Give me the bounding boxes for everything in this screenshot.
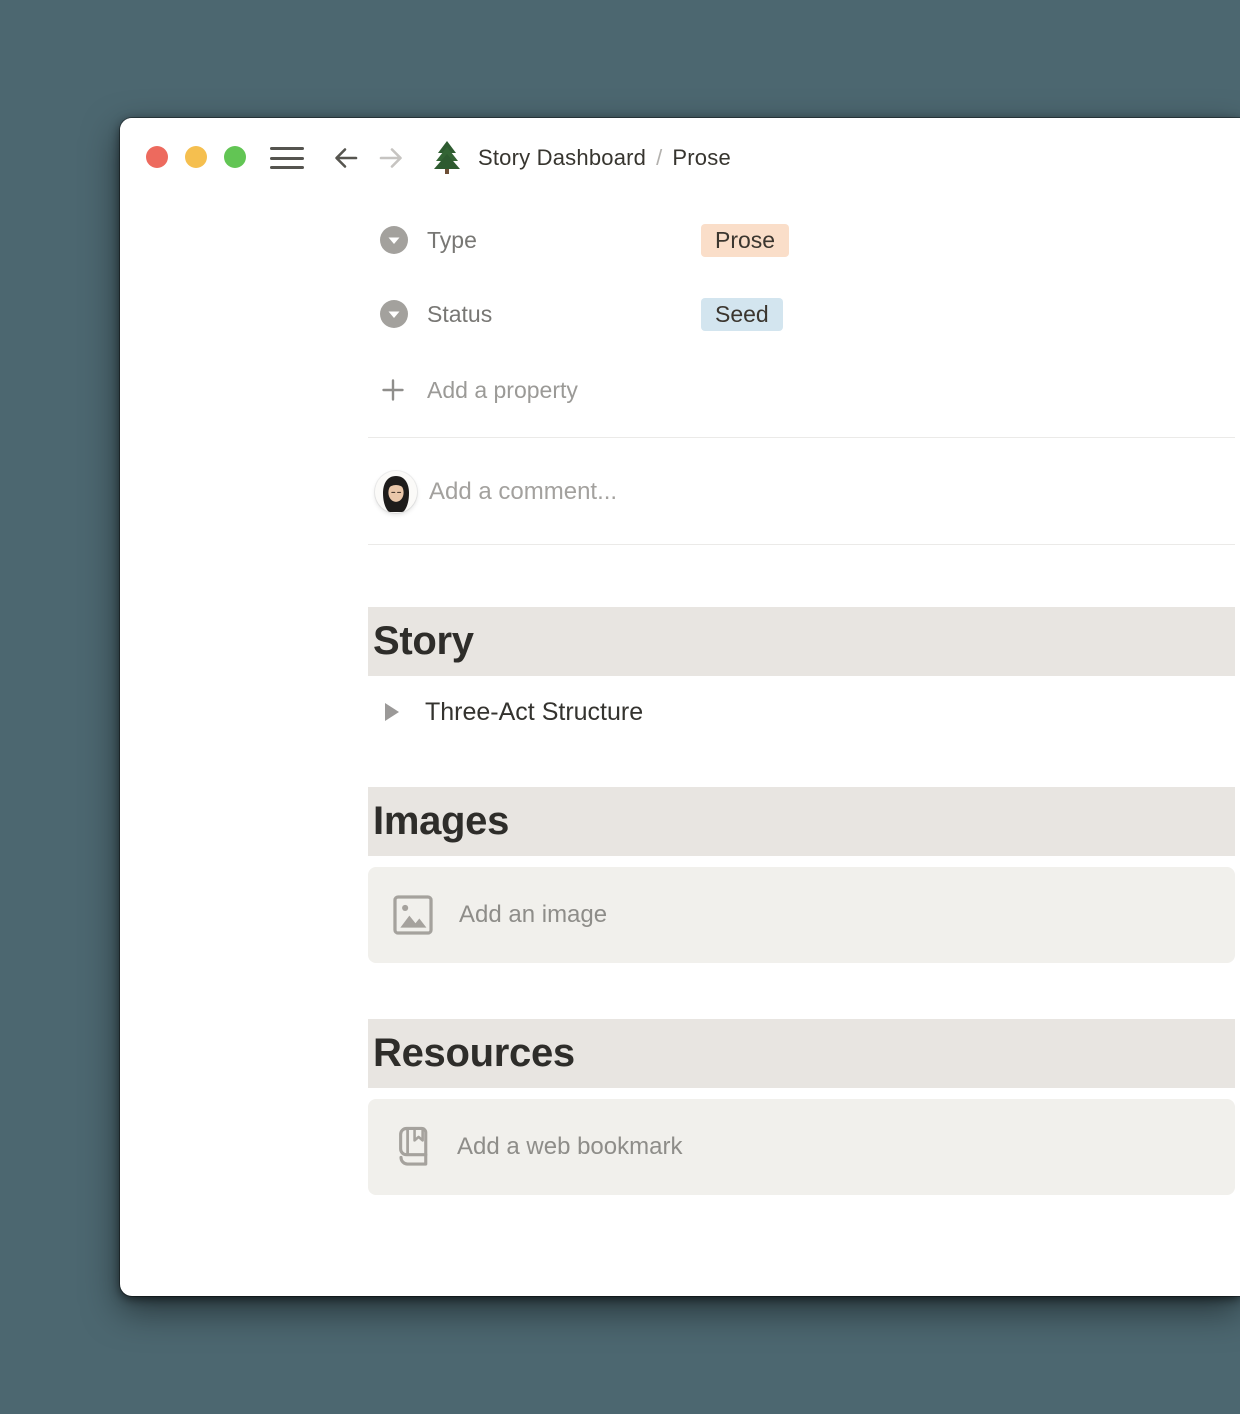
dropdown-circle-icon: [380, 300, 408, 328]
breadcrumb-separator: /: [656, 145, 663, 170]
heading-text: Resources: [373, 1031, 575, 1075]
add-web-bookmark-placeholder[interactable]: Add a web bookmark: [368, 1099, 1235, 1195]
forward-arrow-icon[interactable]: [377, 144, 405, 172]
comment-input-placeholder[interactable]: Add a comment...: [429, 478, 617, 506]
hamburger-menu-icon[interactable]: [270, 147, 304, 169]
close-button[interactable]: [146, 146, 168, 168]
property-row-status[interactable]: Status Seed: [380, 297, 783, 331]
add-property-label: Add a property: [427, 376, 578, 403]
heading-text: Story: [373, 619, 474, 663]
avatar: [375, 471, 417, 513]
breadcrumb-root[interactable]: Story Dashboard: [478, 145, 646, 171]
back-arrow-icon[interactable]: [332, 144, 360, 172]
toggle-three-act-structure[interactable]: Three-Act Structure: [385, 694, 643, 730]
toggle-label: Three-Act Structure: [425, 697, 644, 726]
breadcrumb-current[interactable]: Prose: [672, 145, 730, 171]
section-heading-images[interactable]: Images: [368, 787, 1235, 856]
image-icon: [393, 895, 433, 935]
add-web-bookmark-label: Add a web bookmark: [457, 1133, 683, 1160]
add-image-label: Add an image: [459, 901, 608, 928]
heading-text: Images: [373, 799, 510, 843]
add-property-button[interactable]: Add a property: [380, 373, 578, 407]
comment-row[interactable]: Add a comment...: [375, 470, 617, 514]
toggle-triangle-icon[interactable]: [385, 703, 399, 721]
tag-seed[interactable]: Seed: [701, 297, 783, 331]
book-bookmark-icon: [399, 1126, 428, 1166]
add-image-placeholder[interactable]: Add an image: [368, 867, 1235, 963]
zoom-button[interactable]: [224, 146, 246, 168]
property-label: Status: [427, 300, 493, 327]
tag-prose[interactable]: Prose: [701, 223, 790, 257]
property-row-type[interactable]: Type Prose: [380, 223, 790, 257]
minimize-button[interactable]: [185, 146, 207, 168]
dropdown-circle-icon: [380, 226, 408, 254]
plus-icon: [382, 379, 404, 401]
breadcrumb: Story Dashboard / Prose: [478, 118, 731, 198]
divider: [368, 437, 1235, 438]
traffic-lights: [146, 146, 246, 168]
titlebar: Story Dashboard / Prose: [120, 118, 1240, 198]
notion-window: Story Dashboard / Prose Type Prose Status …: [120, 118, 1240, 1296]
divider: [368, 544, 1235, 545]
property-label: Type: [427, 226, 477, 253]
section-heading-story[interactable]: Story: [368, 607, 1235, 676]
section-heading-resources[interactable]: Resources: [368, 1019, 1235, 1088]
evergreen-tree-icon: [434, 141, 460, 174]
